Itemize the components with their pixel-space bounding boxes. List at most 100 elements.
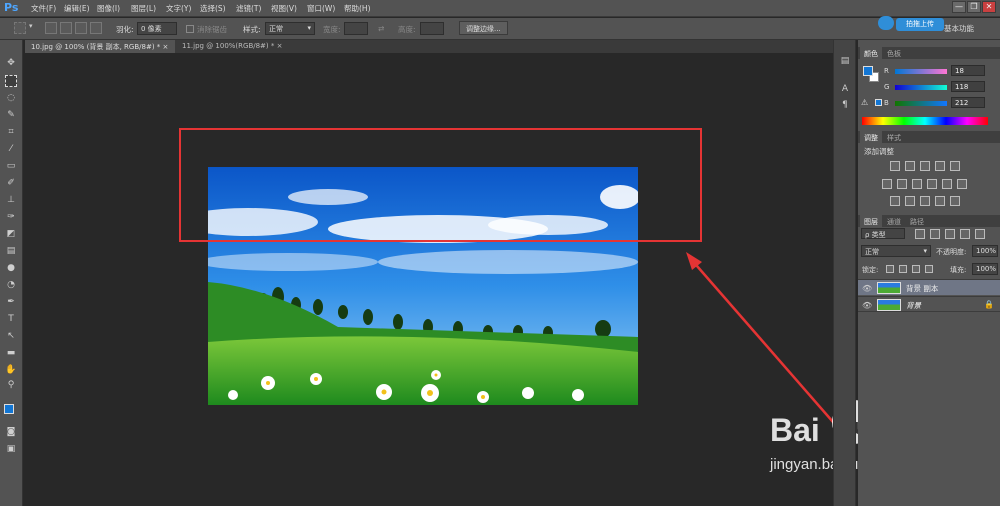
brush-tool-icon[interactable]: ✐ <box>5 177 17 189</box>
screen-mode-icon[interactable]: ▣ <box>5 443 17 455</box>
foreground-color-swatch[interactable] <box>863 66 873 76</box>
history-brush-tool-icon[interactable]: ✑ <box>5 211 17 223</box>
swap-icon[interactable]: ⇄ <box>378 24 384 33</box>
curves-icon[interactable] <box>920 161 930 171</box>
quick-select-tool-icon[interactable]: ✎ <box>5 109 17 121</box>
workspace-select[interactable]: 基本功能 <box>944 23 996 36</box>
menu-filter[interactable]: 滤镜(T) <box>236 3 261 14</box>
tab-color[interactable]: 颜色 <box>860 47 882 59</box>
marquee-preset-icon[interactable] <box>14 22 26 34</box>
menu-layer[interactable]: 图层(L) <box>131 3 156 14</box>
vibrance-icon[interactable] <box>950 161 960 171</box>
zoom-tool-icon[interactable]: ⚲ <box>5 379 17 391</box>
style-select[interactable]: 正常 ▾ <box>265 22 315 35</box>
menu-help[interactable]: 帮助(H) <box>344 3 371 14</box>
close-icon[interactable]: × <box>163 43 169 51</box>
lock-pixels-icon[interactable] <box>899 265 907 273</box>
websafe-swatch[interactable] <box>875 99 882 106</box>
gradient-map-icon[interactable] <box>935 196 945 206</box>
red-value-input[interactable]: 18 <box>951 65 985 76</box>
levels-icon[interactable] <box>905 161 915 171</box>
brightness-icon[interactable] <box>890 161 900 171</box>
layer-kind-filter[interactable]: ρ 类型 <box>861 228 905 239</box>
rectangle-tool-icon[interactable]: ▬ <box>5 347 17 359</box>
close-icon[interactable]: × <box>277 42 283 50</box>
eye-icon[interactable]: 👁 <box>862 284 872 293</box>
exposure-icon[interactable] <box>935 161 945 171</box>
pen-tool-icon[interactable]: ✒ <box>5 296 17 308</box>
selective-color-icon[interactable] <box>950 196 960 206</box>
foreground-color-swatch[interactable] <box>4 404 14 414</box>
eraser-tool-icon[interactable]: ◩ <box>5 228 17 240</box>
menu-file[interactable]: 文件(F) <box>31 3 56 14</box>
character-icon[interactable]: A <box>838 82 852 96</box>
upload-button[interactable]: 拍拖上传 <box>896 18 944 31</box>
green-value-input[interactable]: 118 <box>951 81 985 92</box>
tab-styles[interactable]: 样式 <box>883 131 905 143</box>
eyedropper-tool-icon[interactable]: ⁄ <box>5 143 17 155</box>
close-button[interactable]: ✕ <box>982 1 996 13</box>
color-balance-icon[interactable] <box>897 179 907 189</box>
photo-filter-icon[interactable] <box>927 179 937 189</box>
paragraph-icon[interactable]: ¶ <box>838 98 852 112</box>
filter-type-icon[interactable] <box>945 229 955 239</box>
red-slider[interactable] <box>895 69 947 74</box>
marquee-tool-icon[interactable] <box>5 75 17 87</box>
lasso-tool-icon[interactable]: ◌ <box>5 92 17 104</box>
tab-document-11[interactable]: 11.jpg @ 100%(RGB/8#) * × <box>176 40 286 53</box>
posterize-icon[interactable] <box>905 196 915 206</box>
hand-tool-icon[interactable]: ✋ <box>5 364 17 376</box>
intersect-selection-icon[interactable] <box>90 22 102 34</box>
threshold-icon[interactable] <box>920 196 930 206</box>
minimize-button[interactable]: — <box>952 1 966 13</box>
invert-icon[interactable] <box>890 196 900 206</box>
history-icon[interactable]: ▤ <box>838 54 852 68</box>
filter-adjustment-icon[interactable] <box>930 229 940 239</box>
menu-edit[interactable]: 编辑(E) <box>64 3 90 14</box>
width-input[interactable] <box>344 22 368 35</box>
clone-stamp-tool-icon[interactable]: ⊥ <box>5 194 17 206</box>
channel-mixer-icon[interactable] <box>942 179 952 189</box>
fill-input[interactable]: 100% <box>972 263 998 275</box>
tab-adjustments[interactable]: 调整 <box>860 131 882 143</box>
lock-position-icon[interactable] <box>912 265 920 273</box>
antialias-checkbox[interactable] <box>186 25 194 33</box>
new-selection-icon[interactable] <box>45 22 57 34</box>
blue-slider[interactable] <box>895 101 947 106</box>
filter-pixel-icon[interactable] <box>915 229 925 239</box>
filter-shape-icon[interactable] <box>960 229 970 239</box>
tab-swatches[interactable]: 色板 <box>883 47 905 59</box>
healing-brush-tool-icon[interactable]: ▭ <box>5 160 17 172</box>
layer-row-background[interactable]: 👁 背景 🔒 <box>858 296 1000 312</box>
path-selection-tool-icon[interactable]: ↖ <box>5 330 17 342</box>
tab-document-10[interactable]: 10.jpg @ 100% (背景 副本, RGB/8#) * × <box>25 40 175 53</box>
feather-input[interactable]: 0 像素 <box>137 22 177 35</box>
crop-tool-icon[interactable]: ⌗ <box>5 126 17 138</box>
tab-channels[interactable]: 通道 <box>883 215 905 227</box>
height-input[interactable] <box>420 22 444 35</box>
eye-icon[interactable]: 👁 <box>862 301 872 310</box>
subtract-selection-icon[interactable] <box>75 22 87 34</box>
tab-paths[interactable]: 路径 <box>906 215 928 227</box>
opacity-input[interactable]: 100% <box>972 245 998 257</box>
color-lookup-icon[interactable] <box>957 179 967 189</box>
quick-mask-icon[interactable]: ◙ <box>5 426 17 438</box>
refine-edge-button[interactable]: 调整边缘... <box>459 21 508 35</box>
dodge-tool-icon[interactable]: ◔ <box>5 279 17 291</box>
type-tool-icon[interactable]: T <box>5 313 17 325</box>
lock-all-icon[interactable] <box>925 265 933 273</box>
green-slider[interactable] <box>895 85 947 90</box>
lock-transparent-icon[interactable] <box>886 265 894 273</box>
menu-type[interactable]: 文字(Y) <box>166 3 191 14</box>
blur-tool-icon[interactable]: ● <box>5 262 17 274</box>
menu-select[interactable]: 选择(S) <box>200 3 226 14</box>
layer-row-background-copy[interactable]: 👁 背景 副本 <box>858 279 1000 295</box>
blue-value-input[interactable]: 212 <box>951 97 985 108</box>
blend-mode-select[interactable]: 正常 ▾ <box>861 245 931 257</box>
menu-view[interactable]: 视图(V) <box>271 3 297 14</box>
menu-image[interactable]: 图像(I) <box>97 3 120 14</box>
add-selection-icon[interactable] <box>60 22 72 34</box>
chevron-down-icon[interactable]: ▾ <box>29 22 33 30</box>
cloud-upload-icon[interactable] <box>878 16 894 30</box>
menu-window[interactable]: 窗口(W) <box>307 3 335 14</box>
